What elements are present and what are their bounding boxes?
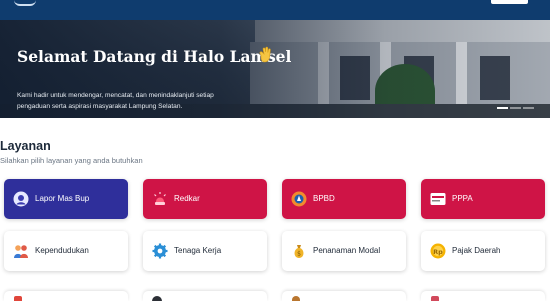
service-card-lapor-mas-bup[interactable]: Lapor Mas Bup [4,179,128,219]
carousel-dot[interactable] [510,107,521,109]
carousel-indicators [497,107,534,109]
partial-icon [152,296,162,301]
service-label: Redkar [174,194,200,203]
svg-text:Rp: Rp [433,248,443,256]
service-card-partial[interactable] [421,291,545,301]
service-card-partial[interactable] [4,291,128,301]
service-card-tenaga-kerja[interactable]: Tenaga Kerja [143,231,267,271]
service-card-penanaman-modal[interactable]: $ Penanaman Modal [282,231,406,271]
section-title: Layanan [0,139,51,153]
partial-icon [14,296,22,301]
people-icon [14,245,28,258]
logo[interactable] [14,0,36,6]
service-label: Lapor Mas Bup [35,194,90,203]
megaphone-icon [13,191,29,207]
service-label: Penanaman Modal [313,246,381,255]
coin-icon: Rp [430,243,446,259]
service-card-pppa[interactable]: PPPA [421,179,545,219]
gear-icon [152,243,168,259]
partial-icon [292,296,300,301]
siren-icon [154,192,166,205]
service-card-redkar[interactable]: Redkar [143,179,267,219]
service-card-kependudukan[interactable]: Kependudukan [4,231,128,271]
partial-icon [431,296,439,301]
carousel-dot-active[interactable] [497,107,508,109]
service-label: PPPA [452,194,473,203]
service-card-partial[interactable] [143,291,267,301]
money-bag-icon: $ [294,245,304,258]
top-navbar [0,0,550,20]
service-card-pajak-daerah[interactable]: Rp Pajak Daerah [421,231,545,271]
waving-hand-icon [259,46,271,63]
service-card-partial[interactable] [282,291,406,301]
emblem-icon [291,191,307,207]
svg-text:$: $ [297,251,301,258]
service-label: Kependudukan [35,246,89,255]
section-subtitle: Silahkan pilih layanan yang anda butuhka… [0,156,143,165]
service-card-bpbd[interactable]: BPBD [282,179,406,219]
service-label: BPBD [313,194,335,203]
hero-banner: Selamat Datang di Halo Lamsel Kami hadir… [0,20,550,118]
service-label: Tenaga Kerja [174,246,222,255]
carousel-dot[interactable] [523,107,534,109]
service-label: Pajak Daerah [452,246,501,255]
logo-icon [430,193,446,205]
nav-button[interactable] [491,0,528,4]
hero-description: Kami hadir untuk mendengar, mencatat, da… [17,92,214,110]
hero-title: Selamat Datang di Halo Lamsel [17,47,292,66]
